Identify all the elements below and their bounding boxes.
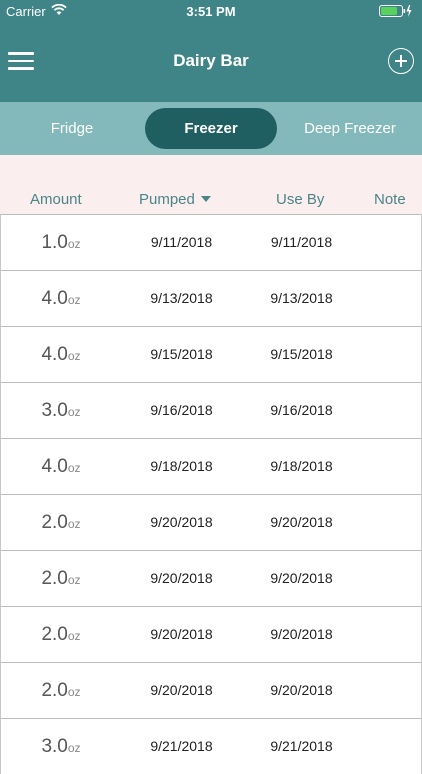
amount-value: 3.0 — [41, 400, 68, 421]
table-header: Amount Pumped Use By Note — [0, 155, 422, 215]
amount-cell: 2.0oz — [1, 680, 121, 702]
use-by-date: 9/11/2018 — [270, 234, 333, 250]
sort-descending-icon — [200, 196, 211, 202]
amount-cell: 1.0oz — [1, 232, 121, 254]
pumped-date: 9/20/2018 — [150, 570, 213, 586]
use-by-date: 9/15/2018 — [270, 346, 333, 362]
amount-value: 4.0 — [41, 288, 68, 309]
tab-freezer[interactable]: Freezer — [145, 108, 277, 149]
tab-fridge[interactable]: Fridge — [0, 108, 144, 149]
table-row[interactable]: 2.0oz 9/20/2018 9/20/2018 — [0, 606, 422, 662]
status-time: 3:51 PM — [186, 4, 236, 19]
use-by-date: 9/20/2018 — [270, 514, 333, 530]
amount-value: 2.0 — [41, 680, 68, 701]
table-row[interactable]: 4.0oz 9/18/2018 9/18/2018 — [0, 438, 422, 494]
pumped-date: 9/13/2018 — [150, 290, 213, 306]
table-row[interactable]: 1.0oz 9/11/2018 9/11/2018 — [0, 214, 422, 270]
table-row[interactable]: 2.0oz 9/20/2018 9/20/2018 — [0, 494, 422, 550]
amount-value: 2.0 — [41, 512, 68, 533]
column-amount[interactable]: Amount — [30, 191, 82, 208]
use-by-date: 9/18/2018 — [270, 458, 333, 474]
column-note[interactable]: Note — [374, 191, 406, 208]
amount-unit: oz — [67, 293, 81, 307]
use-by-date: 9/20/2018 — [270, 682, 333, 698]
pumped-date: 9/11/2018 — [150, 234, 213, 250]
pumped-date: 9/15/2018 — [150, 346, 213, 362]
amount-value: 4.0 — [41, 344, 68, 365]
amount-value: 2.0 — [41, 624, 68, 645]
amount-unit: oz — [67, 237, 81, 251]
page-title: Dairy Bar — [173, 51, 249, 70]
amount-value: 2.0 — [41, 568, 68, 589]
table-row[interactable]: 4.0oz 9/15/2018 9/15/2018 — [0, 326, 422, 382]
amount-cell: 3.0oz — [1, 400, 121, 422]
amount-unit: oz — [67, 685, 81, 699]
amount-unit: oz — [67, 741, 81, 755]
amount-cell: 4.0oz — [1, 288, 121, 310]
table-row[interactable]: 3.0oz 9/21/2018 9/21/2018 — [0, 718, 422, 774]
column-pumped[interactable]: Pumped — [139, 191, 211, 208]
storage-tabs: Fridge Freezer Deep Freezer — [0, 102, 422, 155]
table-row[interactable]: 4.0oz 9/13/2018 9/13/2018 — [0, 270, 422, 326]
use-by-date: 9/20/2018 — [270, 626, 333, 642]
pumped-date: 9/18/2018 — [150, 458, 213, 474]
column-pumped-label: Pumped — [139, 191, 195, 208]
amount-unit: oz — [67, 573, 81, 587]
amount-unit: oz — [67, 349, 81, 363]
milk-list: 1.0oz 9/11/2018 9/11/2018 4.0oz 9/13/2018 9/1… — [0, 214, 422, 774]
app-header: Carrier 3:51 PM Dairy Bar — [0, 0, 422, 102]
amount-unit: oz — [67, 461, 81, 475]
table-row[interactable]: 3.0oz 9/16/2018 9/16/2018 — [0, 382, 422, 438]
use-by-date: 9/21/2018 — [270, 738, 333, 754]
pumped-date: 9/16/2018 — [150, 402, 213, 418]
amount-value: 1.0 — [41, 232, 68, 253]
amount-cell: 4.0oz — [1, 344, 121, 366]
tab-deep-freezer[interactable]: Deep Freezer — [280, 108, 420, 149]
amount-unit: oz — [67, 517, 81, 531]
table-row[interactable]: 2.0oz 9/20/2018 9/20/2018 — [0, 550, 422, 606]
amount-unit: oz — [67, 405, 81, 419]
battery-charging-icon — [379, 5, 413, 21]
table-row[interactable]: 2.0oz 9/20/2018 9/20/2018 — [0, 662, 422, 718]
use-by-date: 9/13/2018 — [270, 290, 333, 306]
pumped-date: 9/20/2018 — [150, 626, 213, 642]
add-button[interactable] — [388, 48, 414, 74]
status-bar: Carrier 3:51 PM — [0, 0, 422, 22]
column-use-by[interactable]: Use By — [276, 191, 324, 208]
pumped-date: 9/21/2018 — [150, 738, 213, 754]
pumped-date: 9/20/2018 — [150, 682, 213, 698]
amount-cell: 4.0oz — [1, 456, 121, 478]
amount-cell: 2.0oz — [1, 624, 121, 646]
use-by-date: 9/20/2018 — [270, 570, 333, 586]
pumped-date: 9/20/2018 — [150, 514, 213, 530]
amount-cell: 2.0oz — [1, 512, 121, 534]
amount-cell: 2.0oz — [1, 568, 121, 590]
amount-unit: oz — [67, 629, 81, 643]
amount-value: 3.0 — [41, 736, 68, 757]
use-by-date: 9/16/2018 — [270, 402, 333, 418]
amount-value: 4.0 — [41, 456, 68, 477]
amount-cell: 3.0oz — [1, 736, 121, 758]
